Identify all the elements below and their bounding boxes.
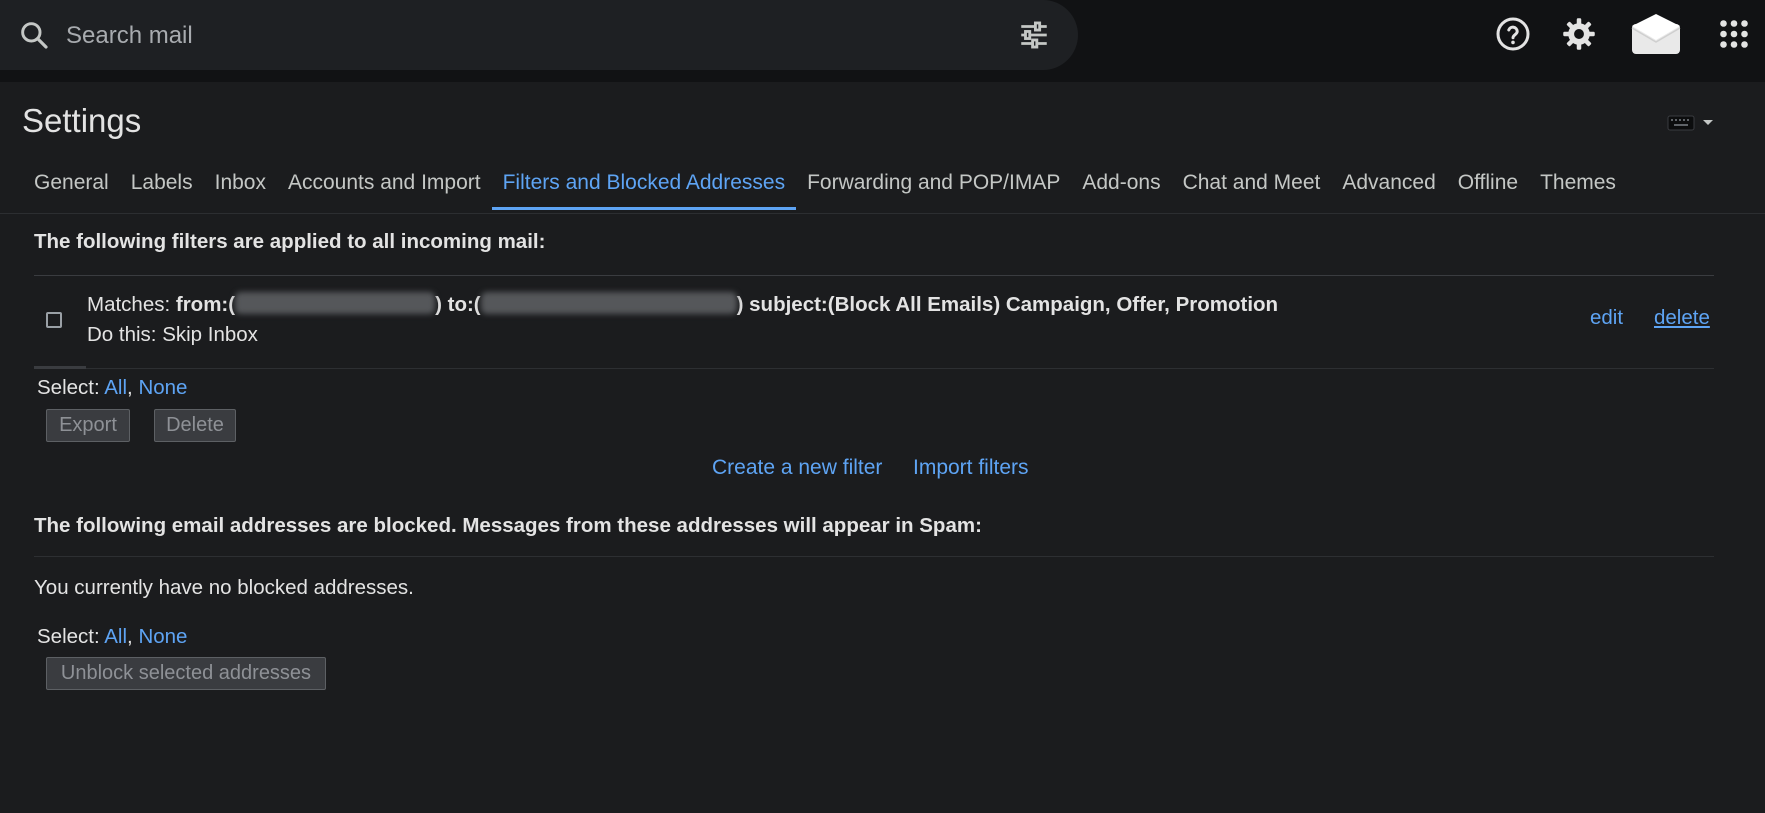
filter-description: Matches: from:( ) to:( ) subject:(Block Al… (87, 290, 1278, 350)
filter-from-prefix: from:( (175, 293, 236, 316)
import-filters-link[interactable]: Import filters (913, 456, 1029, 480)
filter-row-divider (34, 368, 1714, 369)
top-bar (0, 0, 1765, 70)
delete-button[interactable]: Delete (154, 409, 236, 442)
search-input[interactable] (64, 15, 968, 57)
search-options-icon[interactable] (1017, 18, 1051, 52)
filters-heading: The following filters are applied to all… (34, 230, 546, 253)
search-bar[interactable] (0, 0, 1078, 70)
filter-action: Do this: Skip Inbox (87, 323, 258, 346)
tab-offline[interactable]: Offline (1447, 164, 1529, 210)
unblock-selected-button[interactable]: Unblock selected addresses (46, 657, 326, 690)
filters-select-label: Select: (37, 376, 100, 399)
filters-select-none-link[interactable]: None (138, 376, 187, 399)
tab-filters-and-blocked-addresses[interactable]: Filters and Blocked Addresses (491, 164, 797, 210)
no-blocked-message: You currently have no blocked addresses. (34, 576, 414, 599)
help-icon[interactable] (1495, 16, 1531, 52)
filters-select-line: Select: All, None (37, 376, 187, 400)
apps-grid-icon[interactable] (1716, 16, 1752, 52)
filter-subject-criteria: ) subject:(Block All Emails) Campaign, O… (736, 293, 1279, 316)
input-tools-keyboard-icon[interactable] (1664, 112, 1720, 134)
blocked-select-line: Select: All, None (37, 625, 187, 649)
redacted-to-address (480, 292, 737, 314)
settings-gear-icon[interactable] (1561, 16, 1597, 52)
tab-labels[interactable]: Labels (120, 164, 204, 210)
settings-panel: Settings General Labels Inbox Accounts a… (0, 82, 1765, 813)
row-focus-marker (34, 366, 86, 369)
filter-row: Matches: from:( ) to:( ) subject:(Block Al… (34, 276, 1714, 368)
tab-advanced[interactable]: Advanced (1331, 164, 1446, 210)
blocked-heading: The following email addresses are blocke… (34, 514, 982, 537)
filter-row-checkbox[interactable] (46, 312, 62, 328)
filter-matches-label: Matches: (87, 293, 171, 316)
tab-forwarding-and-pop-imap[interactable]: Forwarding and POP/IMAP (796, 164, 1071, 210)
settings-tabs: General Labels Inbox Accounts and Import… (23, 164, 1627, 210)
tab-chat-and-meet[interactable]: Chat and Meet (1172, 164, 1332, 210)
tab-general[interactable]: General (23, 164, 120, 210)
tab-add-ons[interactable]: Add-ons (1071, 164, 1171, 210)
export-button[interactable]: Export (46, 409, 130, 442)
search-icon[interactable] (18, 19, 50, 51)
blocked-select-all-link[interactable]: All (104, 625, 127, 648)
create-filter-link[interactable]: Create a new filter (712, 456, 882, 480)
blocked-select-label: Select: (37, 625, 100, 648)
tabs-divider (0, 213, 1765, 214)
page-title: Settings (22, 102, 142, 139)
filters-select-all-link[interactable]: All (104, 376, 127, 399)
select-separator: , (127, 376, 133, 399)
blocked-select-none-link[interactable]: None (138, 625, 187, 648)
tab-themes[interactable]: Themes (1529, 164, 1627, 210)
filter-edit-link[interactable]: edit (1590, 306, 1623, 330)
tab-inbox[interactable]: Inbox (204, 164, 277, 210)
account-avatar-icon[interactable] (1630, 12, 1682, 56)
tab-accounts-and-import[interactable]: Accounts and Import (277, 164, 492, 210)
blocked-divider (34, 556, 1714, 557)
select-separator: , (127, 625, 133, 648)
redacted-from-address (235, 292, 436, 314)
filter-to-prefix: ) to:( (435, 293, 481, 316)
filter-delete-link[interactable]: delete (1654, 306, 1710, 330)
